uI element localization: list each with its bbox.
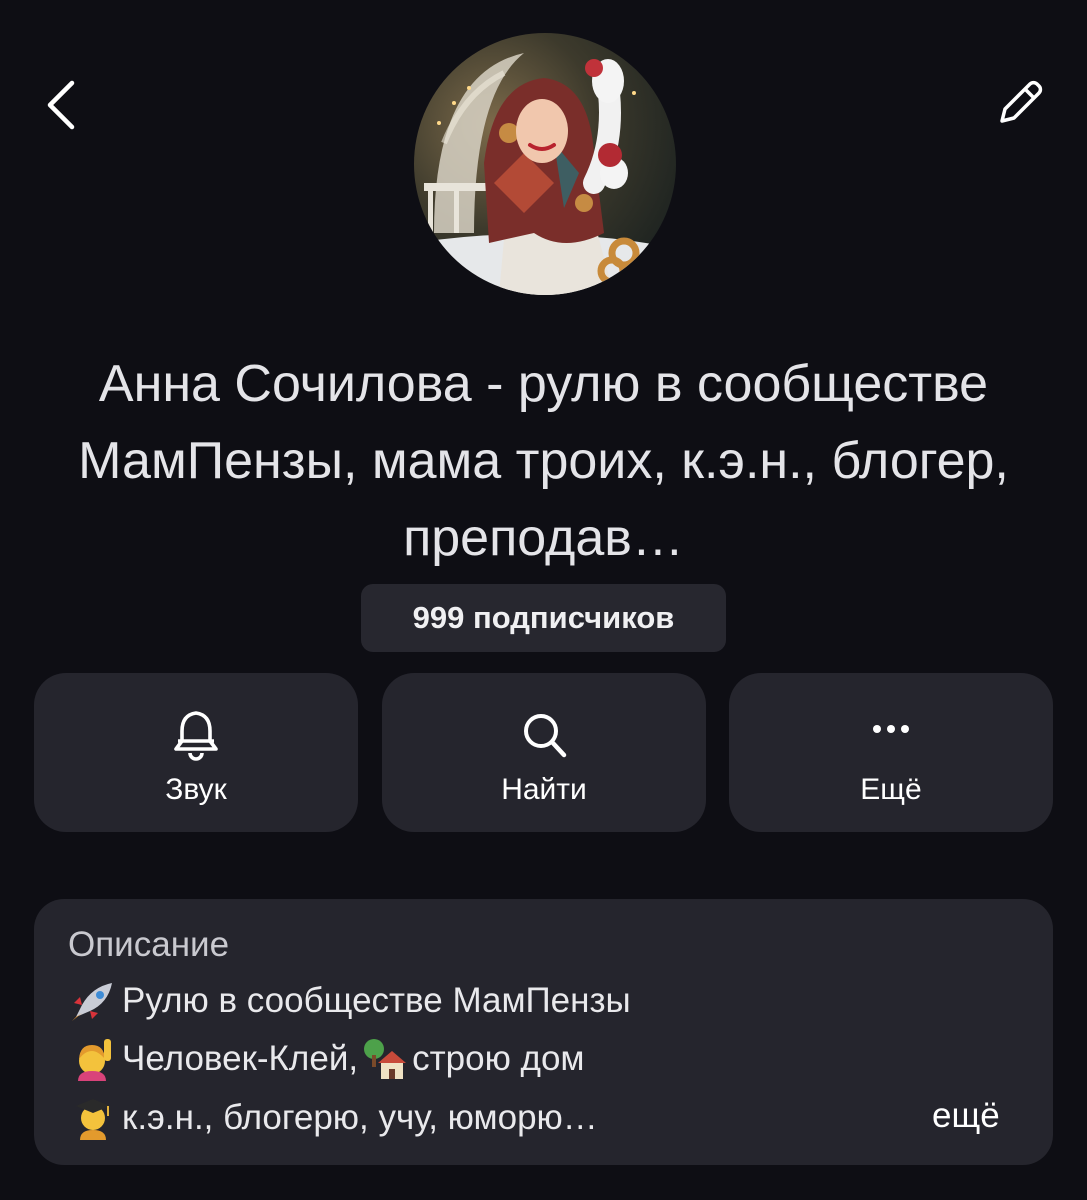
description-line-2: Человек-Клей, строю дом <box>68 1037 585 1081</box>
subscribers-badge[interactable]: 999 подписчиков <box>361 584 726 652</box>
description-line-1: Рулю в сообществе МамПензы <box>68 979 631 1023</box>
sound-button-label: Звук <box>165 773 227 806</box>
house-with-garden-emoji <box>364 1039 407 1079</box>
avatar-photo <box>414 33 676 295</box>
search-icon <box>512 703 576 767</box>
back-button[interactable] <box>30 70 90 140</box>
description-heading: Описание <box>68 925 230 964</box>
search-button-label: Найти <box>501 773 587 806</box>
bell-icon <box>164 703 228 767</box>
pencil-icon <box>1000 80 1043 123</box>
chevron-left-icon <box>47 80 75 130</box>
more-dots-icon <box>859 703 923 767</box>
rocket-emoji <box>72 983 112 1021</box>
search-button[interactable]: Найти <box>382 673 706 832</box>
edit-button[interactable] <box>978 68 1058 138</box>
description-line-2-text: Человек-Клей, <box>122 1039 359 1078</box>
student-emoji <box>76 1099 110 1140</box>
sound-button[interactable]: Звук <box>34 673 358 832</box>
description-line-3: к.э.н., блогерю, учу, юморю… <box>68 1096 598 1140</box>
channel-title: Анна Сочилова - рулю в сообществе МамПен… <box>78 355 1009 567</box>
channel-avatar[interactable] <box>414 33 676 295</box>
more-button[interactable]: Ещё <box>729 673 1053 832</box>
description-line-2-text-2: строю дом <box>412 1039 585 1078</box>
description-more-link[interactable]: ещё <box>932 1096 1000 1136</box>
description-line-3-text: к.э.н., блогерю, учу, юморю… <box>122 1098 598 1137</box>
more-button-label: Ещё <box>860 773 922 806</box>
description-line-1-text: Рулю в сообществе МамПензы <box>122 981 631 1020</box>
description-card[interactable]: Описание Рулю в сообществе МамПензы Чело… <box>34 899 1053 1165</box>
raising-hand-emoji <box>78 1039 111 1081</box>
